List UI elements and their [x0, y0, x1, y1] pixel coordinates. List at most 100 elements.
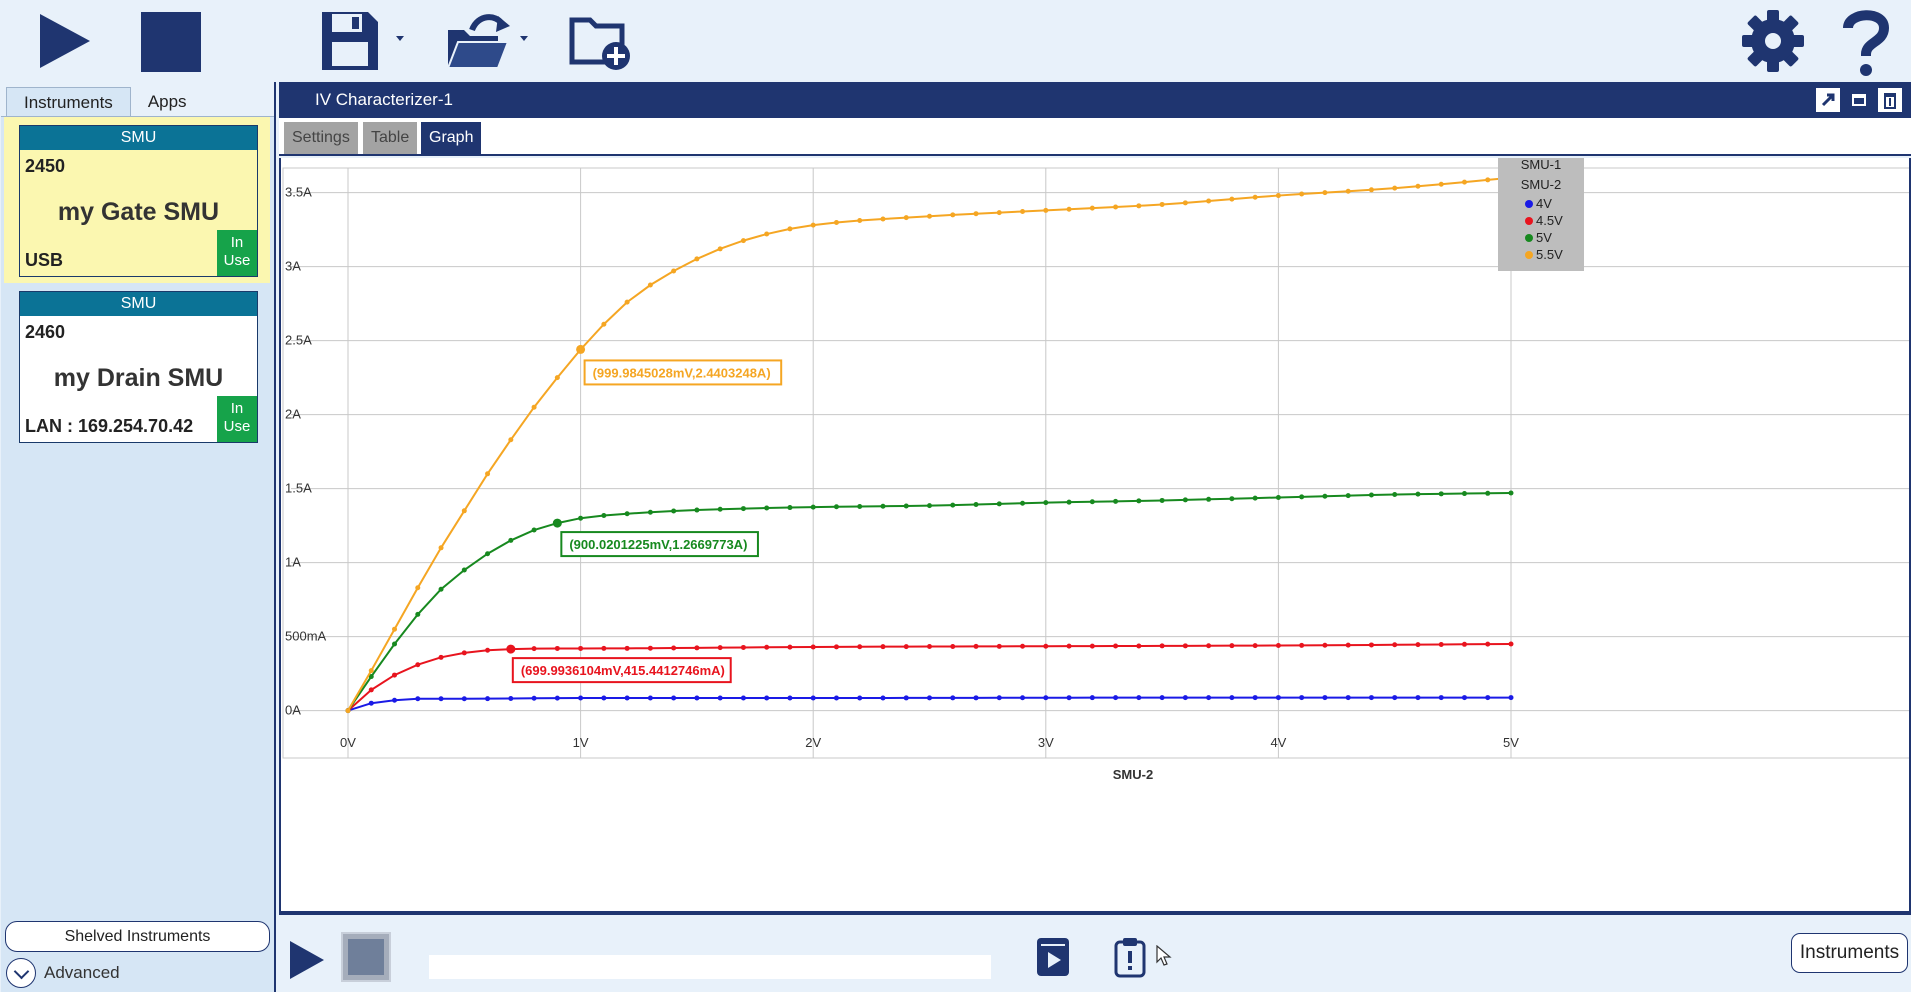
data-point — [694, 507, 700, 513]
data-point — [833, 219, 839, 225]
iv-graph[interactable]: 0A 500mA 1A 1.5A 2A 2.5A 3A 3.5A 0V 1V 2V 3V 4V 5V SMU… — [279, 158, 1911, 913]
data-point — [880, 644, 886, 650]
help-icon[interactable] — [1840, 8, 1892, 76]
data-point — [1368, 695, 1374, 701]
data-point — [717, 506, 723, 512]
data-point — [485, 696, 491, 702]
y-tick-label: 3A — [285, 259, 301, 274]
data-point — [1299, 494, 1305, 500]
data-point — [1275, 193, 1281, 199]
status-badge: In Use — [217, 396, 257, 442]
data-point — [1345, 695, 1351, 701]
data-point — [717, 695, 723, 701]
data-point — [857, 695, 863, 701]
data-point — [531, 646, 537, 652]
stop-icon[interactable] — [140, 8, 202, 74]
legend-entry: 5.5V — [1536, 247, 1563, 262]
sidebar: Instruments Apps SMU 2450 my Gate SMU US… — [0, 82, 276, 992]
cursor-marker — [552, 518, 562, 528]
data-point — [1043, 207, 1049, 213]
data-point — [1275, 695, 1281, 701]
tab-instruments[interactable]: Instruments — [6, 87, 131, 116]
advanced-toggle[interactable]: Advanced — [6, 958, 120, 988]
data-point — [764, 644, 770, 650]
y-tick-label: 1A — [285, 555, 301, 570]
data-point — [973, 502, 979, 508]
data-point — [1020, 500, 1026, 506]
run-icon[interactable] — [287, 939, 327, 986]
data-point — [880, 695, 886, 701]
data-point — [1392, 695, 1398, 701]
delete-icon[interactable] — [1877, 87, 1903, 113]
clipboard-alert-icon[interactable] — [1113, 936, 1147, 983]
cursor-icon — [1155, 944, 1173, 972]
data-point — [1206, 496, 1212, 502]
legend-entry: 4.5V — [1536, 213, 1563, 228]
data-point — [438, 586, 444, 592]
tab-apps[interactable]: Apps — [131, 87, 204, 116]
data-point — [1229, 496, 1235, 502]
data-point — [694, 256, 700, 262]
y-tick-label: 2A — [285, 407, 301, 422]
tab-settings[interactable]: Settings — [284, 122, 358, 154]
shelved-instruments-button[interactable]: Shelved Instruments — [5, 921, 270, 952]
run-script-icon[interactable] — [1035, 936, 1071, 983]
data-point — [1299, 642, 1305, 648]
bottom-bar: Instruments — [279, 913, 1911, 992]
data-point — [903, 695, 909, 701]
data-point — [508, 437, 514, 443]
tab-table[interactable]: Table — [363, 122, 418, 154]
data-point — [1043, 643, 1049, 649]
data-point — [1113, 498, 1119, 504]
popout-icon[interactable] — [1815, 87, 1841, 113]
data-point — [810, 504, 816, 510]
stop-icon[interactable] — [341, 932, 391, 982]
data-point — [624, 299, 630, 305]
data-point — [1368, 642, 1374, 648]
open-icon[interactable] — [444, 8, 514, 74]
save-icon[interactable] — [318, 8, 382, 74]
data-point — [950, 212, 956, 218]
data-point — [880, 216, 886, 222]
data-point — [1415, 491, 1421, 497]
data-point — [392, 672, 398, 678]
save-dropdown-caret[interactable] — [396, 36, 404, 41]
data-point — [1113, 643, 1119, 649]
data-point — [438, 545, 444, 551]
data-point — [1508, 641, 1514, 647]
settings-icon[interactable] — [1740, 8, 1806, 74]
data-point — [624, 511, 630, 517]
progress-bar — [429, 955, 991, 979]
maximize-icon[interactable] — [1846, 87, 1872, 113]
open-dropdown-caret[interactable] — [520, 36, 528, 41]
instrument-card-drain[interactable]: SMU 2460 my Drain SMU LAN : 169.254.70.4… — [19, 291, 258, 443]
data-point — [531, 404, 537, 410]
data-point — [624, 645, 630, 651]
data-point — [1415, 183, 1421, 189]
instrument-card-gate[interactable]: SMU 2450 my Gate SMU USB In Use — [19, 125, 258, 277]
data-point — [671, 508, 677, 514]
new-folder-icon[interactable] — [568, 8, 634, 74]
data-point — [1136, 498, 1142, 504]
data-point — [973, 211, 979, 217]
data-point — [996, 643, 1002, 649]
data-point — [1485, 641, 1491, 647]
instruments-button[interactable]: Instruments — [1791, 933, 1908, 973]
data-point — [485, 551, 491, 557]
cursor-label: (999.9845028mV,2.4403248A) — [593, 365, 771, 380]
run-icon[interactable] — [36, 8, 96, 74]
data-point — [833, 644, 839, 650]
data-point — [1043, 500, 1049, 506]
card-connection: USB — [25, 250, 64, 270]
data-point — [1345, 493, 1351, 499]
tab-graph[interactable]: Graph — [421, 122, 482, 154]
data-point — [554, 645, 560, 651]
data-point — [554, 375, 560, 381]
x-tick-label: 3V — [1038, 735, 1054, 750]
main-toolbar — [0, 0, 1911, 82]
data-point — [1206, 695, 1212, 701]
data-point — [740, 695, 746, 701]
series-line-5.5V — [347, 176, 1512, 712]
data-point — [578, 515, 584, 521]
data-point — [1461, 641, 1467, 647]
